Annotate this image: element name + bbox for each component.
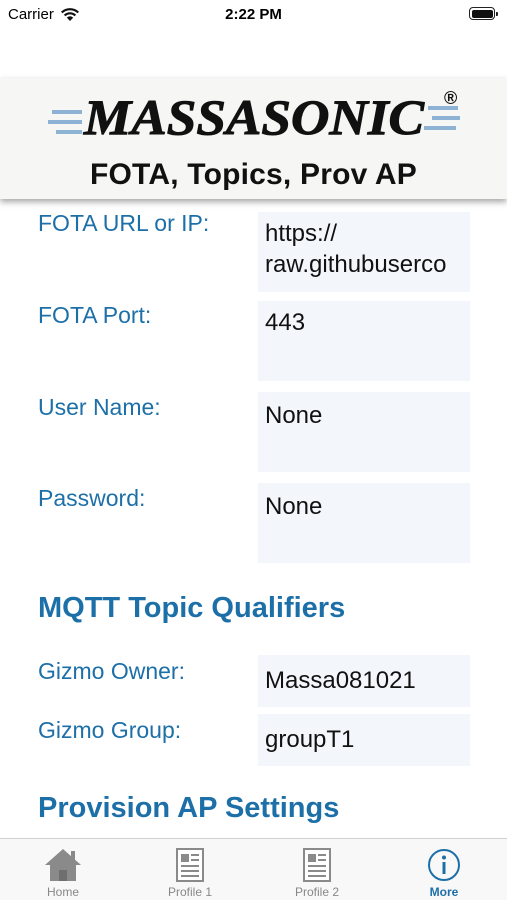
status-time: 2:22 PM bbox=[225, 6, 282, 23]
password-label: Password: bbox=[38, 485, 146, 511]
user-name-field[interactable]: None bbox=[258, 392, 470, 472]
gizmo-group-label: Gizmo Group: bbox=[38, 717, 182, 743]
tab-profile-1-label: Profile 1 bbox=[167, 885, 213, 899]
user-name-label: User Name: bbox=[38, 394, 161, 420]
tab-profile-2-label: Profile 2 bbox=[294, 885, 340, 899]
tab-bar: Home Profile 1 Profile 2 More bbox=[0, 838, 507, 900]
gizmo-owner-label: Gizmo Owner: bbox=[38, 658, 185, 684]
info-icon bbox=[428, 849, 460, 881]
app-screen: Carrier 2:22 PM MASSASONIC ® FOTA, Topic… bbox=[0, 0, 507, 900]
registered-mark: ® bbox=[444, 88, 457, 108]
tab-profile-1[interactable]: Profile 1 bbox=[127, 839, 253, 900]
fota-url-label: FOTA URL or IP: bbox=[38, 210, 210, 236]
tab-home-label: Home bbox=[46, 885, 79, 899]
home-icon bbox=[45, 849, 81, 881]
header-banner: MASSASONIC ® FOTA, Topics, Prov AP bbox=[0, 78, 507, 199]
document-icon bbox=[303, 848, 331, 882]
document-icon bbox=[176, 848, 204, 882]
logo-wordmark: MASSASONIC bbox=[83, 89, 425, 145]
fota-url-field[interactable]: https:// raw.githubuserco bbox=[258, 212, 470, 292]
gizmo-group-field[interactable]: groupT1 bbox=[258, 714, 470, 766]
battery-icon bbox=[469, 7, 498, 20]
password-field[interactable]: None bbox=[258, 483, 470, 563]
mqtt-section-title: MQTT Topic Qualifiers bbox=[38, 592, 346, 624]
fota-port-field[interactable]: 443 bbox=[258, 301, 470, 381]
provision-section-title: Provision AP Settings bbox=[38, 792, 340, 824]
page-title: FOTA, Topics, Prov AP bbox=[89, 158, 417, 191]
gizmo-owner-field[interactable]: Massa081021 bbox=[258, 655, 470, 707]
tab-home[interactable]: Home bbox=[0, 839, 126, 900]
status-bar: Carrier 2:22 PM bbox=[0, 0, 507, 30]
tab-more[interactable]: More bbox=[381, 839, 507, 900]
massasonic-logo: MASSASONIC ® bbox=[48, 88, 460, 146]
tab-profile-2[interactable]: Profile 2 bbox=[254, 839, 380, 900]
fota-port-label: FOTA Port: bbox=[38, 302, 152, 328]
tab-more-label: More bbox=[429, 885, 459, 899]
